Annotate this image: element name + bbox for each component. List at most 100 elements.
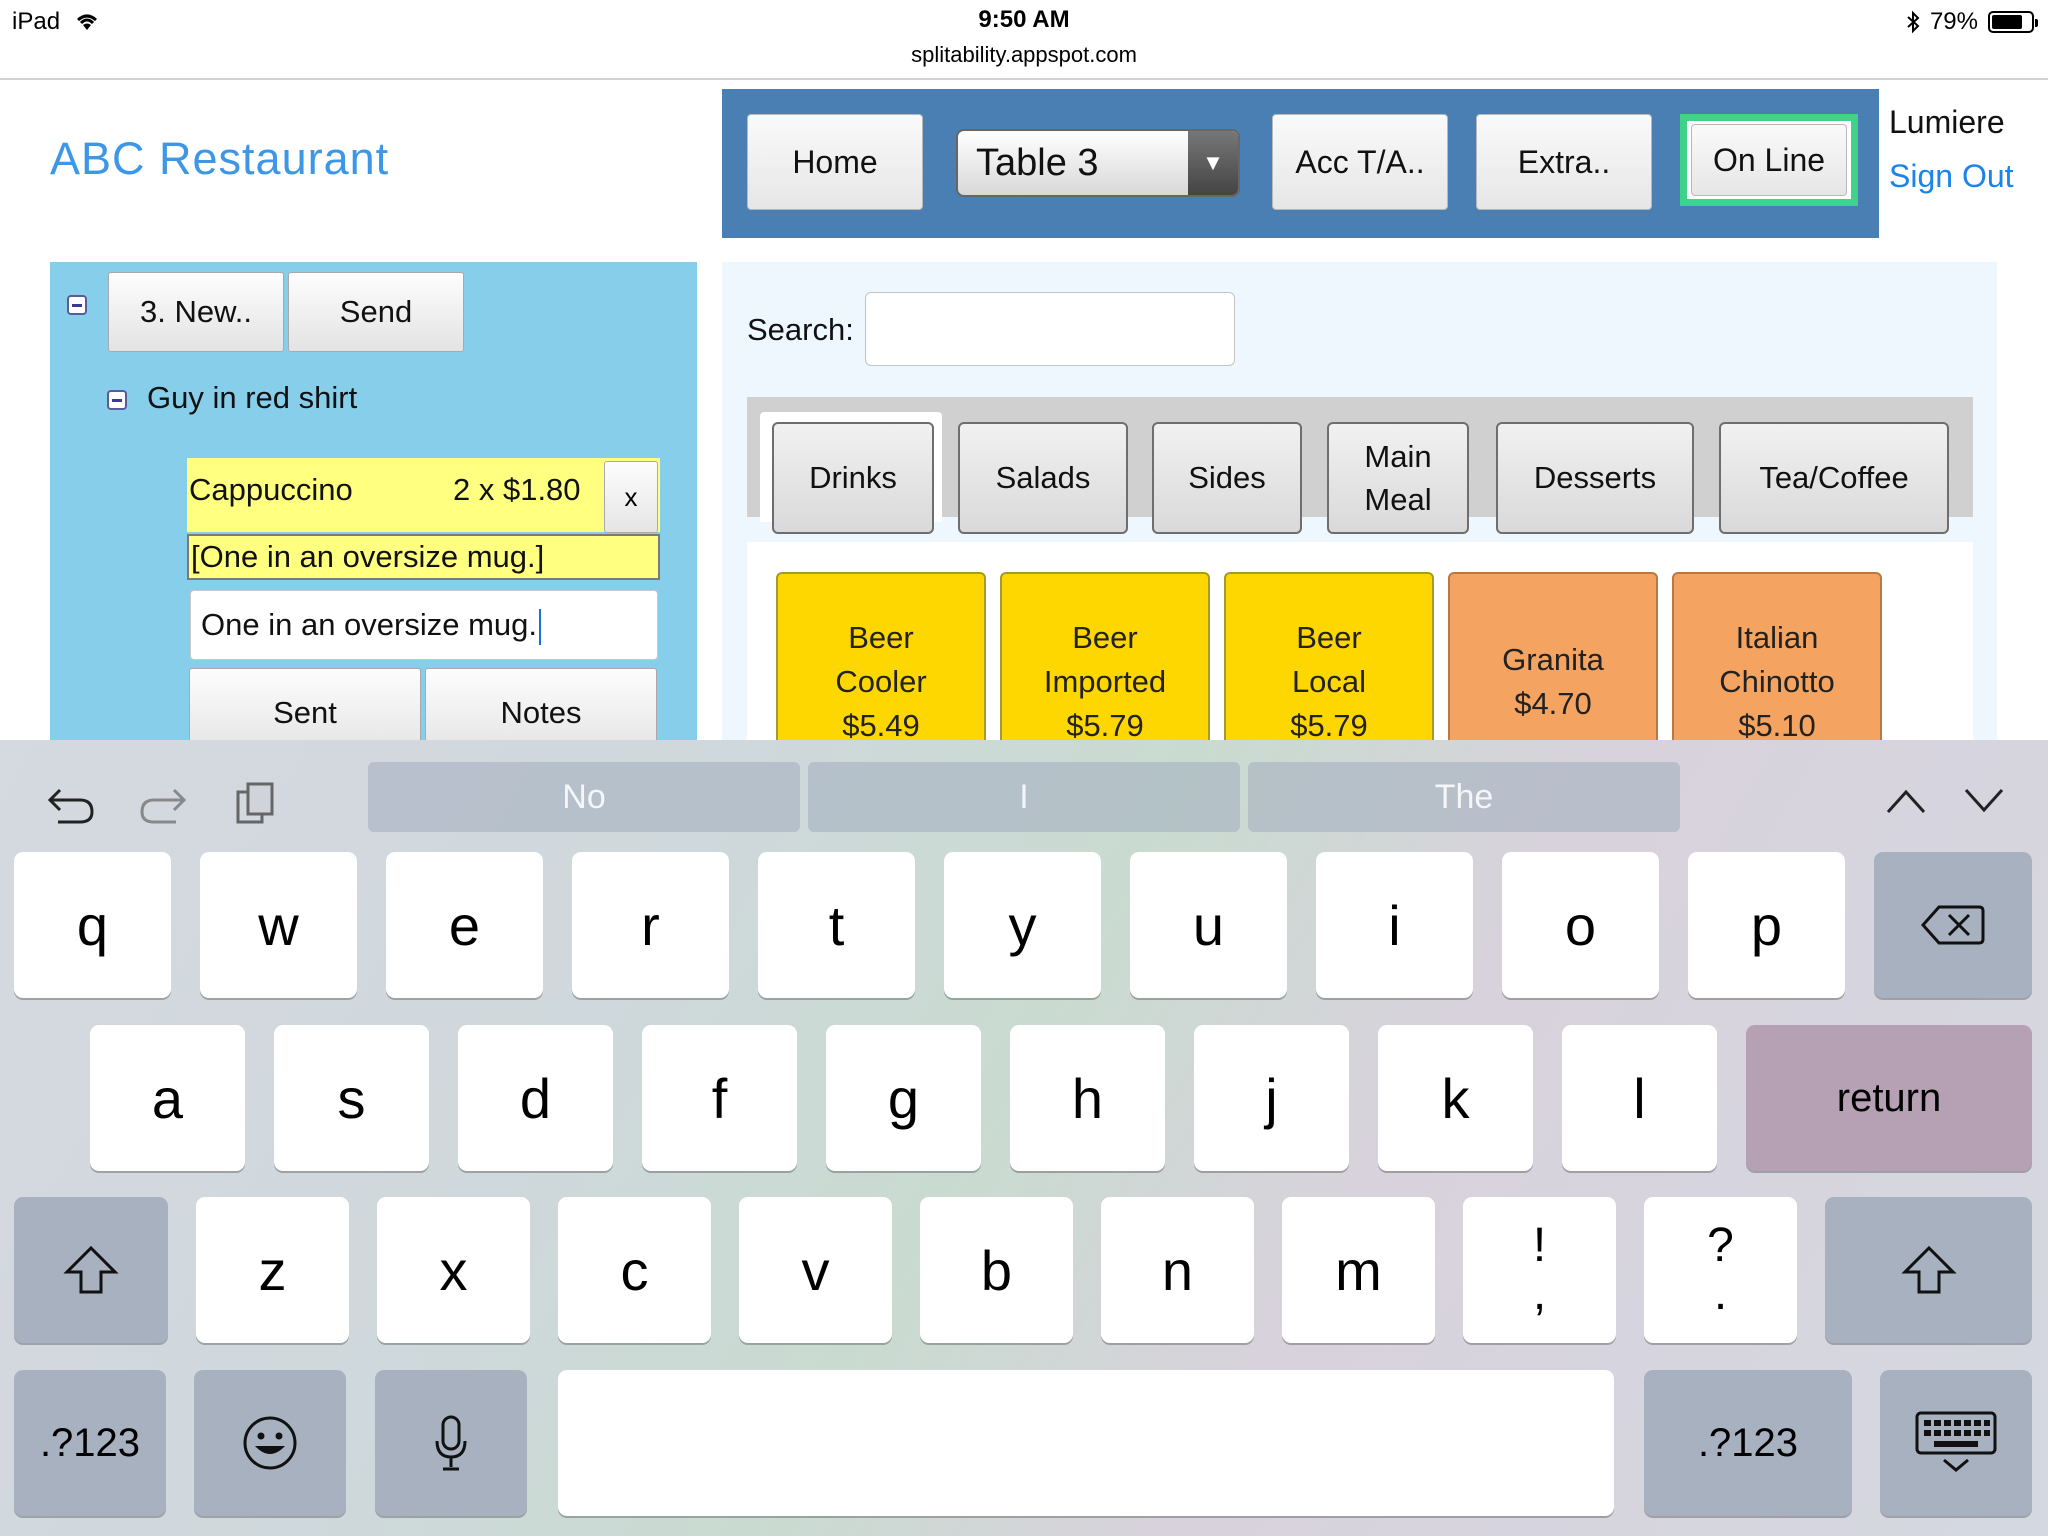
shift-key-left[interactable] [14, 1197, 168, 1343]
shift-icon [1900, 1245, 1957, 1294]
key-exclaim-comma[interactable]: !, [1463, 1197, 1616, 1343]
notes-button[interactable]: Notes [425, 668, 657, 742]
key-top-char: ! [1532, 1219, 1547, 1272]
key-o[interactable]: o [1502, 852, 1659, 998]
keyboard-hide-icon [1915, 1411, 1997, 1472]
undo-icon[interactable] [46, 780, 96, 826]
search-input[interactable] [865, 292, 1235, 366]
key-b[interactable]: b [920, 1197, 1073, 1343]
item-line1: Granita [1502, 642, 1604, 677]
status-bar-right: 79% [1906, 8, 2038, 36]
key-g[interactable]: g [826, 1025, 981, 1171]
key-u[interactable]: u [1130, 852, 1287, 998]
tab-sides[interactable]: Sides [1152, 422, 1302, 534]
item-note-display: [One in an oversize mug.] [187, 534, 660, 580]
item-price: $5.79 [1066, 708, 1144, 742]
item-note-input[interactable]: One in an oversize mug. [190, 590, 658, 660]
nav-bar: Home Table 3 ▼ Acc T/A.. Extra.. On Line [722, 89, 1879, 238]
menu-item-beer-imported[interactable]: Beer Imported $5.79 [1000, 572, 1210, 742]
key-x[interactable]: x [377, 1197, 530, 1343]
key-k[interactable]: k [1378, 1025, 1533, 1171]
dropdown-arrow-icon: ▼ [1188, 131, 1238, 195]
microphone-key[interactable] [375, 1370, 527, 1516]
sign-out-link[interactable]: Sign Out [1889, 158, 2014, 195]
url-bar[interactable]: splitability.appspot.com [0, 42, 2048, 68]
key-s[interactable]: s [274, 1025, 429, 1171]
key-z[interactable]: z [196, 1197, 349, 1343]
hide-keyboard-key[interactable] [1880, 1370, 2032, 1516]
order-panel: 3. New.. Send Guy in red shirt Cappuccin… [50, 262, 697, 742]
remove-item-button[interactable]: x [604, 461, 658, 533]
menu-item-granita[interactable]: Granita $4.70 [1448, 572, 1658, 742]
key-p[interactable]: p [1688, 852, 1845, 998]
menu-item-beer-local[interactable]: Beer Local $5.79 [1224, 572, 1434, 742]
shift-icon [63, 1245, 119, 1294]
key-c[interactable]: c [558, 1197, 711, 1343]
backspace-key[interactable] [1874, 852, 2032, 998]
tab-drinks[interactable]: Drinks [772, 422, 934, 534]
key-f[interactable]: f [642, 1025, 797, 1171]
key-e[interactable]: e [386, 852, 543, 998]
key-v[interactable]: v [739, 1197, 892, 1343]
shift-key-right[interactable] [1825, 1197, 2032, 1343]
suggestion-2[interactable]: I [808, 762, 1240, 832]
key-w[interactable]: w [200, 852, 357, 998]
key-i[interactable]: i [1316, 852, 1473, 998]
space-key[interactable] [558, 1370, 1614, 1516]
acc-ta-button[interactable]: Acc T/A.. [1272, 114, 1448, 210]
tab-main-meal[interactable]: Main Meal [1327, 422, 1469, 534]
on-screen-keyboard: No I The q w e r t y u i o p a s d f g h… [0, 740, 2048, 1536]
suggestion-1[interactable]: No [368, 762, 800, 832]
search-label: Search: [747, 312, 854, 347]
tab-salads[interactable]: Salads [958, 422, 1128, 534]
item-price: $5.79 [1290, 708, 1368, 742]
key-a[interactable]: a [90, 1025, 245, 1171]
chevron-down-icon[interactable] [1962, 786, 2006, 816]
key-q[interactable]: q [14, 852, 171, 998]
key-bottom-char: . [1713, 1267, 1728, 1320]
suggestion-3[interactable]: The [1248, 762, 1680, 832]
key-question-period[interactable]: ?. [1644, 1197, 1797, 1343]
new-order-button[interactable]: 3. New.. [108, 272, 284, 352]
key-t[interactable]: t [758, 852, 915, 998]
table-select-value: Table 3 [976, 141, 1099, 184]
key-n[interactable]: n [1101, 1197, 1254, 1343]
item-line1: Italian [1735, 620, 1819, 655]
key-j[interactable]: j [1194, 1025, 1349, 1171]
key-d[interactable]: d [458, 1025, 613, 1171]
item-line2: Imported [1043, 664, 1167, 699]
key-h[interactable]: h [1010, 1025, 1165, 1171]
restaurant-name: ABC Restaurant [50, 133, 390, 184]
key-l[interactable]: l [1562, 1025, 1717, 1171]
menu-item-italian-chinotto[interactable]: Italian Chinotto $5.10 [1672, 572, 1882, 742]
key-y[interactable]: y [944, 852, 1101, 998]
key-m[interactable]: m [1282, 1197, 1435, 1343]
home-button[interactable]: Home [747, 114, 923, 210]
user-name: Lumiere [1889, 104, 2005, 140]
paste-icon[interactable] [234, 780, 278, 826]
numbers-key-left[interactable]: .?123 [14, 1370, 166, 1516]
table-select[interactable]: Table 3 ▼ [956, 129, 1240, 197]
battery-icon [1988, 11, 2038, 33]
chevron-up-icon[interactable] [1884, 786, 1928, 816]
numbers-key-right[interactable]: .?123 [1644, 1370, 1852, 1516]
key-r[interactable]: r [572, 852, 729, 998]
emoji-key[interactable] [194, 1370, 346, 1516]
redo-icon[interactable] [138, 780, 188, 826]
item-note-text: One in an oversize mug. [201, 607, 538, 642]
online-button[interactable]: On Line [1691, 124, 1847, 196]
key-bottom-char: , [1532, 1267, 1547, 1320]
order-item-name: Cappuccino [189, 472, 353, 507]
sent-button[interactable]: Sent [189, 668, 421, 742]
item-line1: Beer [1072, 620, 1138, 655]
send-button[interactable]: Send [288, 272, 464, 352]
return-key[interactable]: return [1746, 1025, 2032, 1171]
order-item-row[interactable]: Cappuccino 2 x $1.80 x [187, 458, 660, 533]
menu-item-beer-cooler[interactable]: Beer Cooler $5.49 [776, 572, 986, 742]
battery-percent: 79% [1929, 8, 1978, 35]
tab-tea-coffee[interactable]: Tea/Coffee [1719, 422, 1949, 534]
tab-desserts[interactable]: Desserts [1496, 422, 1694, 534]
extra-button[interactable]: Extra.. [1476, 114, 1652, 210]
collapse-guest-icon[interactable] [107, 390, 127, 410]
collapse-order-icon[interactable] [67, 295, 87, 315]
